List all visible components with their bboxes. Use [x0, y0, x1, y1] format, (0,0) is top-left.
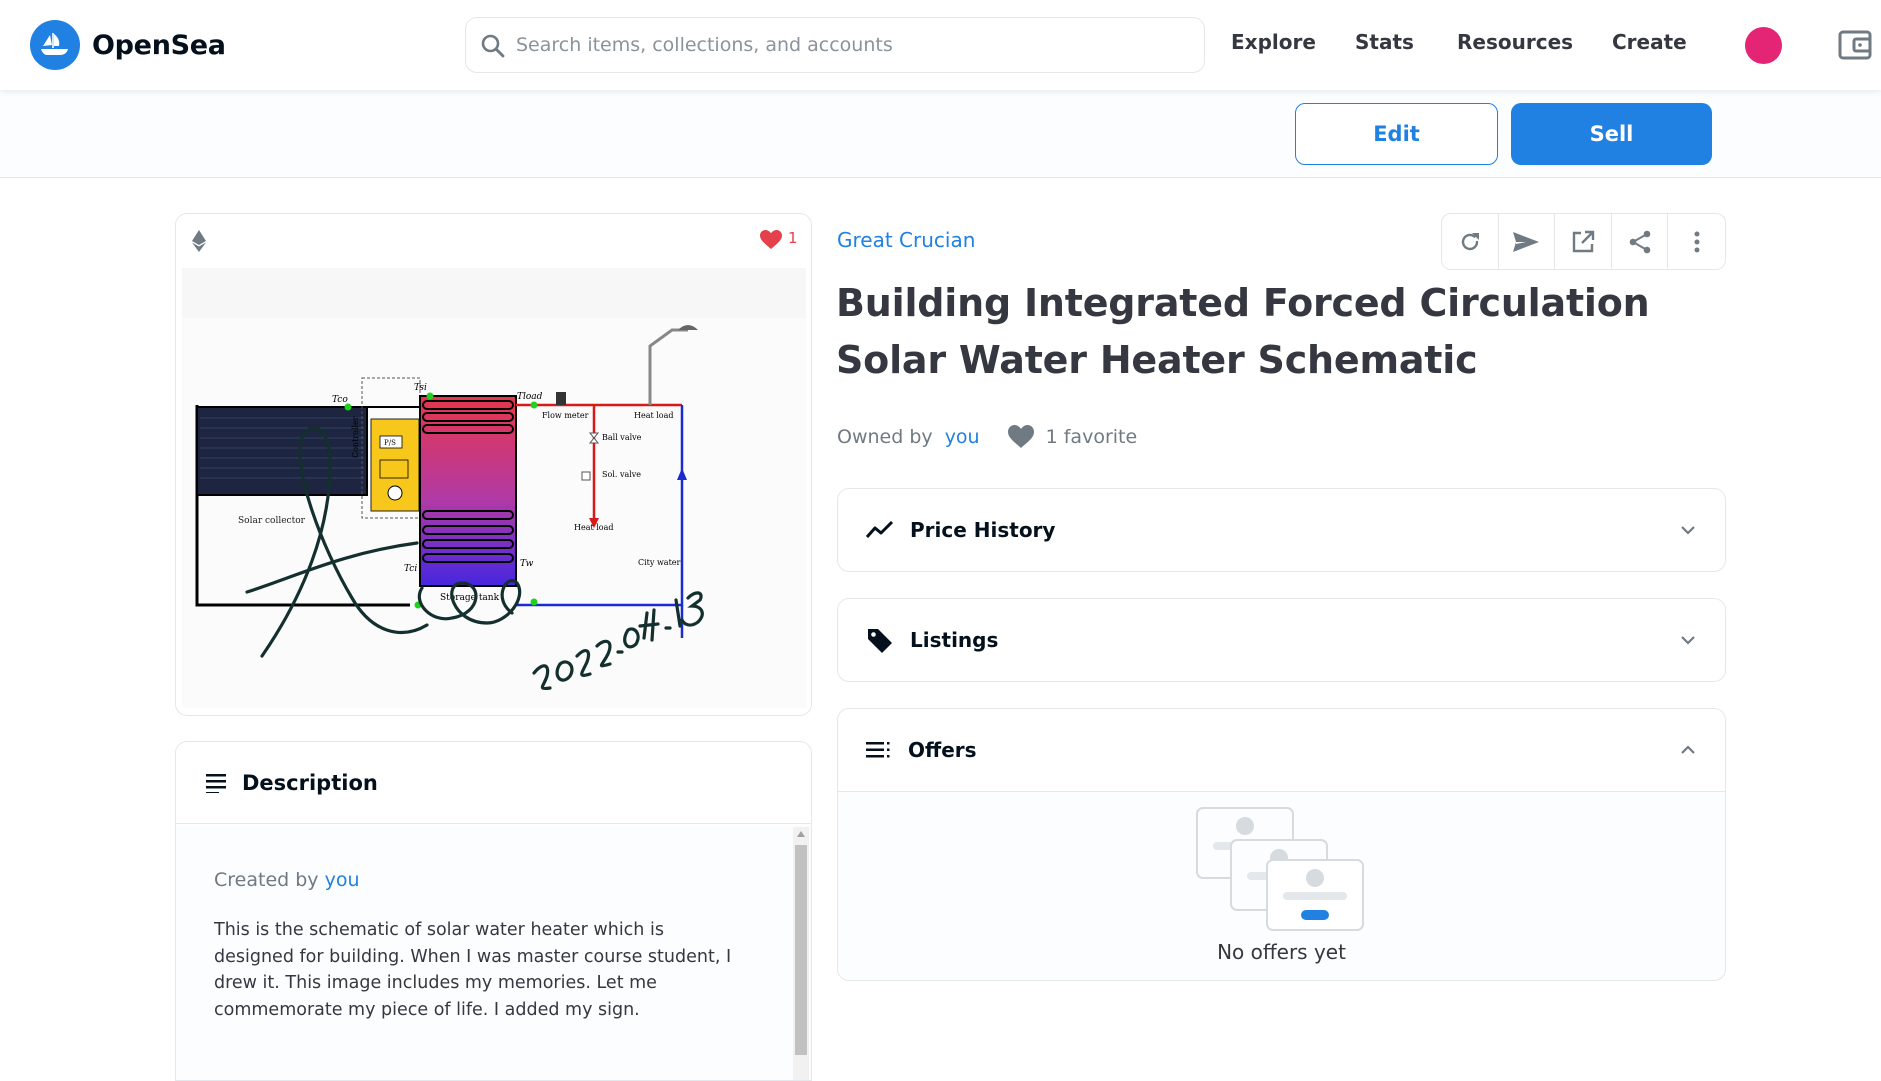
favorite-count: 1 [788, 229, 798, 247]
ethereum-icon [192, 230, 206, 252]
scrollbar-thumb[interactable] [795, 845, 807, 1055]
offers-header[interactable]: Offers [838, 709, 1725, 791]
no-offers-text: No offers yet [1217, 940, 1346, 964]
artwork-schematic[interactable]: Solar collector Tco Controller P/S Tsi S… [182, 268, 806, 708]
owned-by-prefix: Owned by [837, 426, 933, 448]
created-by: Created by you [214, 869, 741, 891]
label-heat-load-top: Heat load [634, 411, 674, 420]
opensea-logo[interactable]: OpenSea [30, 20, 226, 70]
chevron-down-icon[interactable] [1679, 521, 1697, 539]
label-ball-valve: Ball valve [602, 433, 642, 442]
label-controller: Controller [351, 416, 360, 458]
listings-panel: Listings [837, 598, 1726, 682]
listings-header[interactable]: Listings [838, 599, 1725, 681]
edit-button[interactable]: Edit [1295, 103, 1498, 165]
offers-list-icon [866, 742, 890, 758]
search-input[interactable] [516, 34, 1176, 56]
search-bar[interactable] [465, 17, 1205, 73]
nav-explore[interactable]: Explore [1231, 30, 1316, 54]
owner-action-bar: Edit Sell [0, 90, 1881, 178]
image-card-header: 1 [176, 214, 811, 268]
nav-stats[interactable]: Stats [1355, 30, 1414, 54]
more-vertical-icon [1694, 231, 1700, 252]
opensea-boat-icon [30, 20, 80, 70]
label-t-si: Tsi [414, 383, 427, 393]
label-heat-load-mid: Heat load [574, 523, 614, 532]
send-icon [1513, 231, 1540, 252]
offers-panel: Offers No offers yet [837, 708, 1726, 981]
nav-create[interactable]: Create [1612, 30, 1687, 54]
description-lines-icon [206, 773, 226, 793]
owner-link[interactable]: you [945, 426, 980, 448]
listings-title: Listings [910, 628, 999, 652]
logo-text: OpenSea [92, 29, 226, 61]
more-options-button[interactable] [1668, 214, 1725, 269]
favorites-heart-icon[interactable] [1007, 425, 1034, 449]
price-history-header[interactable]: Price History [838, 489, 1725, 571]
favorites-count: 1 favorite [1045, 426, 1138, 448]
label-t-co: Tco [332, 395, 348, 405]
label-sol-valve: Sol. valve [602, 470, 641, 479]
sell-button[interactable]: Sell [1511, 103, 1712, 165]
owned-by: Owned by you [837, 426, 980, 448]
description-scrollbar[interactable] [793, 827, 809, 1080]
label-flow-meter: Flow meter [542, 411, 589, 420]
item-toolbar [1441, 213, 1726, 270]
refresh-icon [1461, 232, 1479, 250]
item-image-card: 1 Solar collector Tco Controller P/S Tsi… [175, 213, 812, 716]
transfer-button[interactable] [1499, 214, 1556, 269]
label-ps: P/S [384, 439, 396, 447]
description-body: Created by you This is the schematic of … [176, 825, 811, 1080]
item-title: Building Integrated Forced Circulation S… [836, 281, 1650, 382]
external-link-icon [1572, 230, 1595, 252]
empty-offers-illustration [1196, 807, 1364, 931]
nav-resources[interactable]: Resources [1457, 30, 1573, 54]
description-text: This is the schematic of solar water hea… [214, 920, 732, 1020]
profile-avatar[interactable] [1745, 27, 1782, 64]
offers-title: Offers [908, 738, 977, 762]
search-icon [481, 34, 505, 58]
view-original-button[interactable] [1555, 214, 1612, 269]
top-navbar: OpenSea Explore Stats Resources Create [0, 0, 1881, 90]
scroll-up-arrow-icon[interactable] [797, 831, 805, 837]
wallet-icon[interactable] [1838, 28, 1872, 62]
refresh-metadata-button[interactable] [1442, 214, 1499, 269]
chevron-up-icon[interactable] [1679, 741, 1697, 759]
description-card: Description Created by you This is the s… [175, 741, 812, 1081]
offers-empty-state: No offers yet [838, 791, 1725, 980]
price-tag-icon [868, 629, 892, 653]
label-t-ci: Tci [404, 564, 417, 574]
price-history-title: Price History [910, 518, 1056, 542]
description-title: Description [242, 770, 378, 795]
label-solar-collector: Solar collector [238, 516, 306, 526]
creator-link[interactable]: you [325, 869, 360, 891]
collection-link[interactable]: Great Crucian [837, 228, 975, 252]
share-button[interactable] [1612, 214, 1669, 269]
trending-line-icon [866, 520, 894, 538]
description-header[interactable]: Description [176, 742, 811, 824]
ownership-row: Owned by you 1 favorite [837, 425, 1137, 449]
created-by-prefix: Created by [214, 869, 319, 891]
favorite-heart-icon[interactable] [760, 230, 782, 250]
share-icon [1629, 230, 1650, 253]
label-storage-tank: Storage tank [440, 593, 500, 603]
price-history-panel: Price History [837, 488, 1726, 572]
label-t-load: Tload [517, 392, 543, 402]
chevron-down-icon[interactable] [1679, 631, 1697, 649]
label-city-water: City water [638, 558, 681, 567]
label-t-w: Tw [520, 559, 534, 569]
